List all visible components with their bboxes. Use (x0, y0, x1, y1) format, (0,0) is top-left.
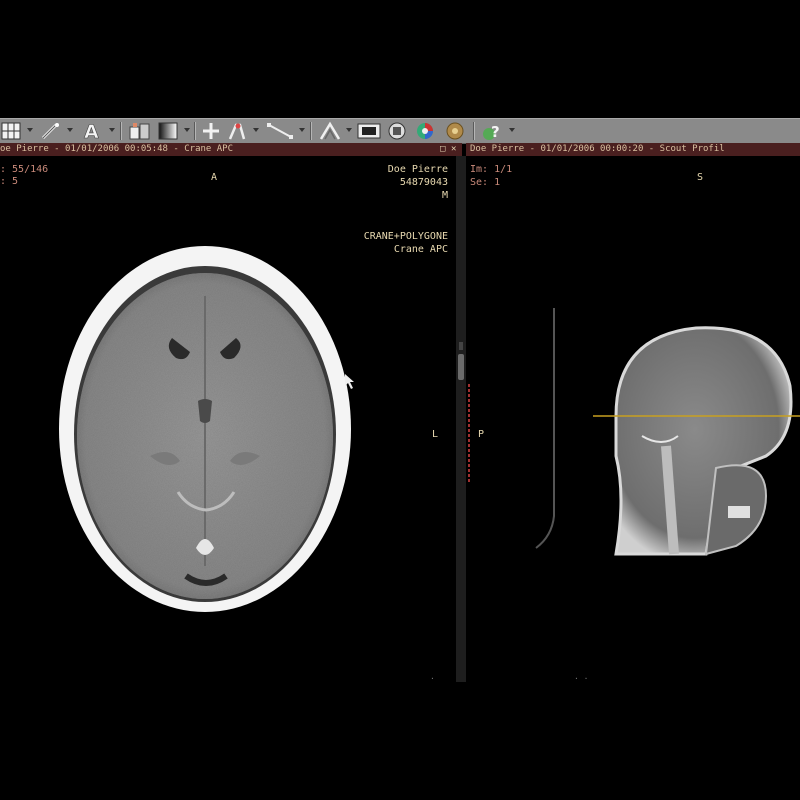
ruler-measure-icon[interactable] (264, 121, 296, 141)
pan-dropdown-arrow[interactable] (253, 128, 259, 132)
study-description: CRANE+POLYGONE (363, 231, 448, 242)
scout-lateral-image (468, 308, 800, 556)
svg-text:A: A (84, 121, 99, 141)
patient-name: Doe Pierre (387, 164, 448, 175)
toolbar-separator (473, 122, 474, 140)
axial-ct-viewport[interactable]: : 55/146 : 5 A L Doe Pierre 54879043 M C… (0, 156, 456, 683)
right-image-number: Im: 1/1 (470, 164, 513, 175)
series-description: Crane APC (393, 244, 448, 255)
layout-grid-icon[interactable] (0, 121, 22, 141)
right-viewer-titlebar[interactable]: Doe Pierre - 01/01/2006 00:00:20 - Scout… (466, 143, 800, 156)
gradient-dropdown-arrow[interactable] (184, 128, 190, 132)
toolbar-separator (120, 122, 121, 140)
toolbar-separator (194, 122, 195, 140)
right-orientation-left: P (478, 429, 485, 440)
patient-sex: M (441, 190, 448, 201)
text-annotation-icon[interactable]: A (78, 121, 106, 141)
left-series-number: : 5 (0, 176, 19, 187)
text-dropdown-arrow[interactable] (109, 128, 115, 132)
left-viewer-titlebar[interactable]: oe Pierre - 01/01/2006 00:05:48 - Crane … (0, 143, 462, 156)
splitter-handle[interactable] (458, 354, 464, 380)
left-viewer-title: oe Pierre - 01/01/2006 00:05:48 - Crane … (0, 144, 233, 154)
scale-dot: · · (574, 674, 589, 683)
gradient-icon[interactable] (156, 121, 180, 141)
patient-id: 54879043 (399, 177, 448, 188)
help-dropdown-arrow[interactable] (509, 128, 515, 132)
reslice-dropdown-arrow[interactable] (346, 128, 352, 132)
layout-dropdown-arrow[interactable] (27, 128, 33, 132)
close-icon[interactable]: ✕ (451, 143, 456, 156)
magic-wand-icon[interactable] (38, 121, 64, 141)
ruler-dropdown-arrow[interactable] (299, 128, 305, 132)
viewport-splitter[interactable] (456, 156, 466, 682)
right-series-number: Se: 1 (470, 177, 501, 188)
maximize-icon[interactable]: □ (440, 143, 445, 156)
main-toolbar: A ? (0, 118, 800, 144)
reslice-icon[interactable] (316, 121, 344, 141)
settings-disc-icon[interactable] (444, 121, 466, 141)
left-orientation-right: L (432, 429, 439, 440)
crosshair-icon[interactable] (200, 121, 222, 141)
window-level-icon[interactable] (127, 121, 153, 141)
volume-icon[interactable] (386, 121, 408, 141)
scout-viewport[interactable]: Im: 1/1 Se: 1 S P · · (466, 156, 800, 683)
toolbar-separator (310, 122, 311, 140)
color-map-icon[interactable] (414, 121, 436, 141)
right-orientation-top: S (697, 172, 704, 183)
left-image-number: : 55/146 (0, 164, 49, 175)
splitter-mark (459, 342, 463, 350)
right-viewer-title: Doe Pierre - 01/01/2006 00:00:20 - Scout… (470, 144, 725, 154)
scale-dot: · (430, 674, 435, 683)
film-icon[interactable] (356, 121, 382, 141)
pan-tool-icon[interactable] (224, 121, 250, 141)
help-icon[interactable]: ? (480, 121, 506, 141)
svg-text:?: ? (491, 123, 500, 141)
wand-dropdown-arrow[interactable] (67, 128, 73, 132)
left-orientation-top: A (211, 172, 218, 183)
